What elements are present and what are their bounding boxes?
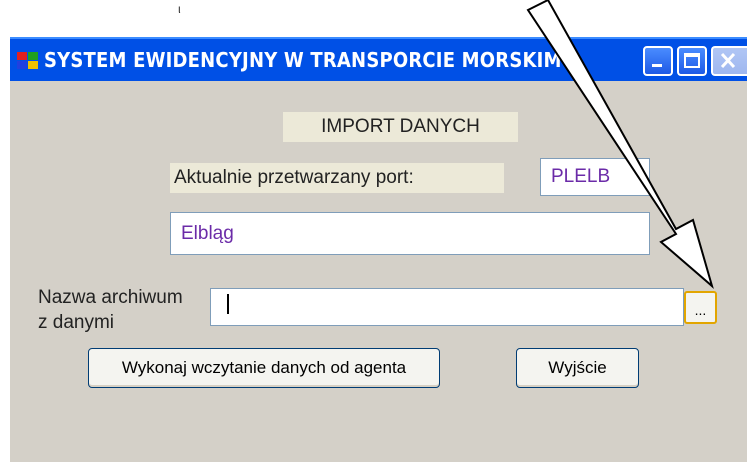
browse-button[interactable]: ...	[684, 291, 717, 324]
archive-label-line1: Nazwa archiwum	[38, 287, 183, 308]
archive-label-line2: z danymi	[38, 312, 115, 333]
port-name-field[interactable]: Elbląg	[170, 212, 650, 255]
port-code-field[interactable]: PLELB	[540, 158, 650, 196]
title-bar[interactable]: SYSTEM EWIDENCYJNY W TRANSPORCIE MORSKIM	[10, 37, 747, 81]
close-button[interactable]	[711, 46, 747, 76]
annotation-mark: ι	[178, 2, 181, 16]
form-heading: IMPORT DANYCH	[283, 112, 518, 142]
window-title: SYSTEM EWIDENCYJNY W TRANSPORCIE MORSKIM	[44, 48, 562, 72]
app-icon	[17, 52, 38, 69]
minimize-button[interactable]	[643, 46, 673, 76]
maximize-icon	[684, 53, 700, 68]
minimize-icon	[652, 64, 662, 67]
text-caret	[227, 294, 229, 314]
run-import-button[interactable]: Wykonaj wczytanie danych od agenta	[88, 348, 440, 388]
close-icon	[720, 52, 736, 69]
port-label: Aktualnie przetwarzany port:	[170, 163, 504, 193]
exit-button[interactable]: Wyjście	[516, 348, 639, 388]
maximize-button[interactable]	[677, 46, 707, 76]
archive-name-input[interactable]	[210, 288, 684, 326]
